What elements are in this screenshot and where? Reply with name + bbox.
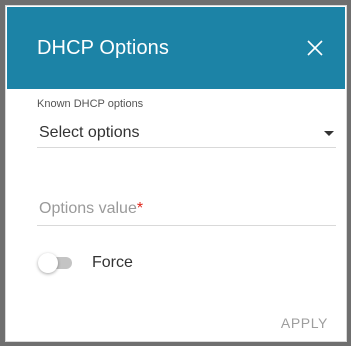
required-mark: * xyxy=(136,200,144,217)
toggle-knob xyxy=(38,253,58,273)
dialog-header: DHCP Options xyxy=(7,7,345,89)
force-label: Force xyxy=(92,254,133,271)
apply-button[interactable]: APPLY xyxy=(279,311,330,335)
placeholder-text: Options value xyxy=(39,200,137,217)
options-value-field[interactable]: Options value* xyxy=(37,194,336,226)
dialog-title: DHCP Options xyxy=(37,36,169,59)
select-value: Select options xyxy=(39,124,140,141)
close-icon[interactable] xyxy=(306,39,324,57)
known-dhcp-options-select[interactable]: Select options xyxy=(37,117,336,148)
force-toggle-row: Force xyxy=(38,249,133,277)
known-dhcp-options-label: Known DHCP options xyxy=(37,98,144,110)
force-toggle[interactable] xyxy=(38,253,72,273)
caret-down-icon xyxy=(324,131,334,136)
options-value-placeholder: Options value* xyxy=(39,200,143,218)
